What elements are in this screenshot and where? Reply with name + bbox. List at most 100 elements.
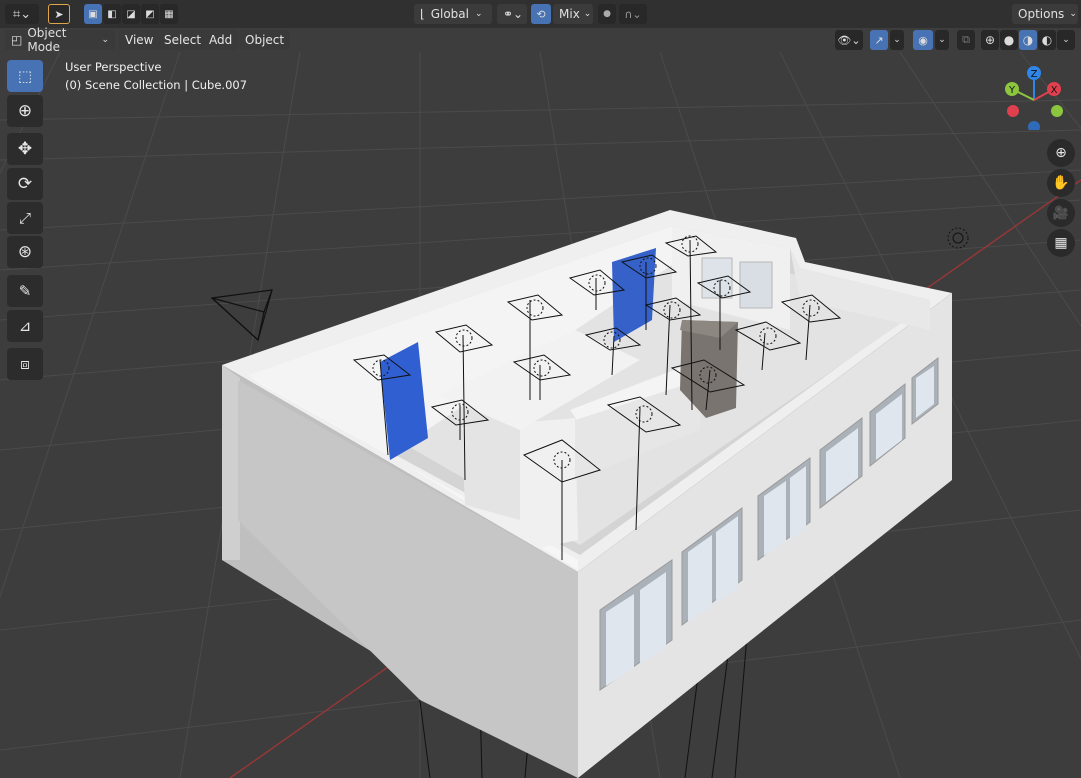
menu-select[interactable]: Select <box>158 30 208 50</box>
rotate-icon: ⟳ <box>17 174 33 194</box>
options-dropdown[interactable]: Options ⌄ <box>1012 4 1078 24</box>
shading-solid-button[interactable]: ● <box>1000 30 1018 50</box>
pan-hand-icon: ✋ <box>1052 175 1070 191</box>
measure-ruler-icon: ⊿ <box>18 317 32 335</box>
mode-subtract-button[interactable]: ◪ <box>122 4 140 24</box>
proportional-editing-toggle[interactable]: ● <box>598 4 616 24</box>
mode-intersect-button[interactable]: ▦ <box>160 4 178 24</box>
gizmo-z-label: Z <box>1031 69 1038 80</box>
view-name-label: User Perspective <box>65 60 162 74</box>
shading-wireframe-button[interactable]: ⊕ <box>981 30 999 50</box>
chevron-down-icon: ⌄ <box>101 35 109 45</box>
viewport-scene[interactable] <box>0 0 1081 778</box>
mode-label: Object Mode <box>27 26 67 54</box>
mode-difference-button[interactable]: ◩ <box>141 4 159 24</box>
gizmo-toggle[interactable]: ↗ <box>870 30 888 50</box>
select-new-icon: ▣ <box>88 8 98 20</box>
wireframe-sphere-icon: ⊕ <box>984 33 996 47</box>
annotate-pen-icon: ✎ <box>18 282 32 300</box>
select-box-icon: ⬚ <box>17 67 33 85</box>
material-sphere-icon: ◑ <box>1022 33 1034 47</box>
editor-type-icon: ⌗⌄ <box>12 6 32 22</box>
object-mode-icon: ◰ <box>11 33 23 47</box>
transform-orientation-dropdown[interactable]: ⌊ Global ⌄ <box>414 4 492 24</box>
select-box-tool[interactable]: ⬚ <box>7 60 43 92</box>
move-arrows-icon: ✥ <box>17 139 33 159</box>
proportional-edit-dropdown[interactable]: Mix ⌄ <box>553 4 593 24</box>
menu-add[interactable]: Add <box>203 30 239 50</box>
select-intersect-icon: ▦ <box>164 8 174 20</box>
add-cube-tool[interactable]: ⧈ <box>7 348 43 380</box>
eye-icon: 👁⌄ <box>837 33 861 47</box>
options-label: Options <box>1018 7 1065 21</box>
mode-new-button[interactable]: ▣ <box>84 4 102 24</box>
mode-extend-button[interactable]: ◧ <box>103 4 121 24</box>
add-cube-icon: ⧈ <box>20 355 30 373</box>
select-mode-button[interactable]: ➤ <box>48 4 70 24</box>
overlays-icon: ◉ <box>918 33 928 47</box>
pan-button[interactable]: ✋ <box>1047 169 1075 197</box>
chevron-down-icon: ⌄ <box>1062 35 1070 45</box>
pivot-point-dropdown[interactable]: ⚭⌄ <box>497 4 527 24</box>
viewport-header: ⌗⌄ ➤ ▣ ◧ ◪ ◩ ▦ ⌊ Global ⌄ ⚭⌄ ⟲ Mix ⌄ ● ∩… <box>0 0 1081 28</box>
select-extend-icon: ◧ <box>107 8 117 20</box>
scale-tool[interactable]: ⤢ <box>7 202 43 234</box>
snap-icon: ⟲ <box>536 7 546 21</box>
transform-orientation-label: Global <box>430 7 469 21</box>
chevron-down-icon: ⌄ <box>583 9 592 19</box>
rendered-sphere-icon: ◐ <box>1041 33 1053 47</box>
shading-rendered-button[interactable]: ◐ <box>1038 30 1056 50</box>
camera-view-button[interactable]: 🎥 <box>1047 199 1075 227</box>
rotate-tool[interactable]: ⟳ <box>7 168 43 200</box>
shading-material-button[interactable]: ◑ <box>1019 30 1037 50</box>
navigation-gizmo[interactable]: Z X Y <box>1002 64 1072 130</box>
proportional-falloff-label: Mix <box>559 7 580 21</box>
zoom-magnifier-icon: ⊕ <box>1055 145 1067 161</box>
falloff-curve-icon: ∩⌄ <box>624 7 642 21</box>
gizmo-x-label: X <box>1051 85 1058 96</box>
gizmo-arrow-icon: ↗ <box>874 33 884 47</box>
mode-dropdown[interactable]: ◰ Object Mode ⌄ <box>5 26 115 54</box>
gizmo-y-label: Y <box>1008 85 1016 96</box>
menu-view[interactable]: View <box>119 30 160 50</box>
camera-icon: 🎥 <box>1052 205 1070 221</box>
xray-icon: ⧉ <box>962 33 970 46</box>
transform-tool[interactable]: ⊛ <box>7 236 43 268</box>
cursor-arrow-icon: ➤ <box>54 7 64 21</box>
shading-dropdown[interactable]: ⌄ <box>1057 30 1075 50</box>
orientation-icon: ⌊ <box>420 7 425 21</box>
cursor-tool[interactable]: ⊕ <box>7 95 43 127</box>
solid-sphere-icon: ● <box>1003 33 1015 47</box>
visibility-dropdown[interactable]: 👁⌄ <box>835 30 863 50</box>
chevron-down-icon: ⌄ <box>1069 9 1077 19</box>
chevron-down-icon: ⌄ <box>938 35 946 45</box>
chevron-down-icon: ⌄ <box>474 9 483 19</box>
move-tool[interactable]: ✥ <box>7 133 43 165</box>
gizmo-neg-x-ball[interactable] <box>1007 105 1019 117</box>
xray-toggle[interactable]: ⧉ <box>957 30 975 50</box>
annotate-tool[interactable]: ✎ <box>7 275 43 307</box>
3d-viewport[interactable] <box>0 0 1081 778</box>
snap-toggle[interactable]: ⟲ <box>531 4 551 24</box>
gizmo-neg-z-ball[interactable] <box>1028 121 1040 130</box>
pivot-icon: ⚭⌄ <box>503 7 524 21</box>
chevron-down-icon: ⌄ <box>893 35 901 45</box>
editor-type-button[interactable]: ⌗⌄ <box>5 4 39 24</box>
proportional-dot-icon: ● <box>603 9 611 19</box>
falloff-dropdown[interactable]: ∩⌄ <box>619 4 647 24</box>
overlays-dropdown[interactable]: ⌄ <box>935 30 949 50</box>
context-label: (0) Scene Collection | Cube.007 <box>65 78 248 92</box>
perspective-toggle-button[interactable]: ▦ <box>1047 229 1075 257</box>
gizmo-neg-y-ball[interactable] <box>1051 105 1063 117</box>
select-difference-icon: ◩ <box>145 8 155 20</box>
scale-icon: ⤢ <box>18 209 31 227</box>
menu-object[interactable]: Object <box>239 30 291 50</box>
cursor-target-icon: ⊕ <box>17 101 33 121</box>
gizmo-dropdown[interactable]: ⌄ <box>890 30 904 50</box>
zoom-button[interactable]: ⊕ <box>1047 139 1075 167</box>
transform-icon: ⊛ <box>17 242 33 262</box>
measure-tool[interactable]: ⊿ <box>7 310 43 342</box>
overlays-toggle[interactable]: ◉ <box>913 30 933 50</box>
select-subtract-icon: ◪ <box>126 8 136 20</box>
grid-perspective-icon: ▦ <box>1054 235 1068 251</box>
